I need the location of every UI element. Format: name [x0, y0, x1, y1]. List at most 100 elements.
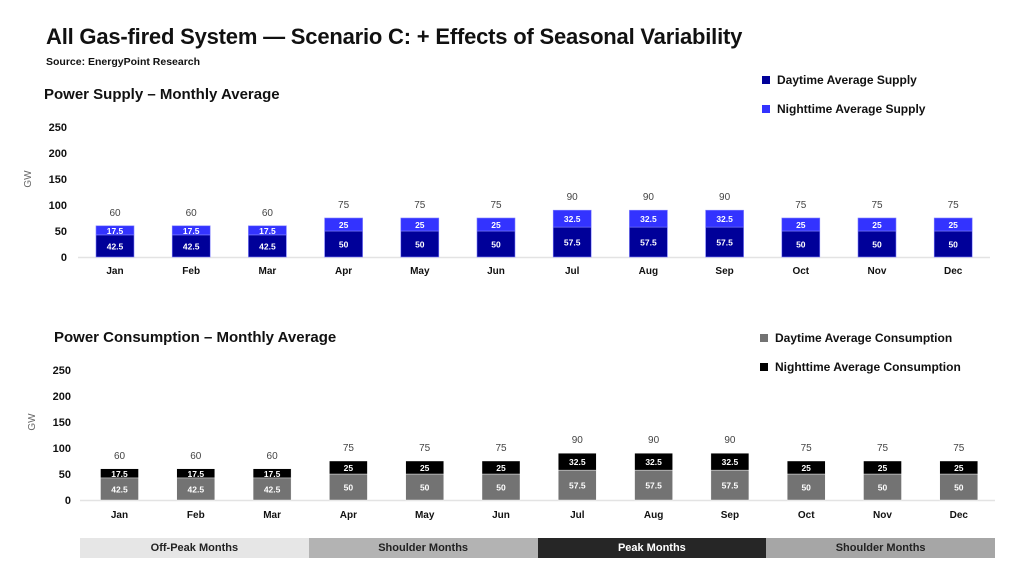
supply-total-label: 75	[871, 200, 883, 211]
consumption-total-label: 90	[724, 435, 736, 446]
consumption-total-label: 60	[267, 451, 279, 462]
consumption-x-tick-label: Nov	[873, 510, 892, 521]
supply-data-label-daytime: 57.5	[716, 238, 733, 248]
supply-x-tick-label: Feb	[182, 266, 200, 277]
supply-x-tick-label: Jul	[565, 266, 580, 277]
consumption-x-tick-label: Feb	[187, 510, 205, 521]
supply-y-tick-label: 250	[49, 122, 67, 134]
supply-data-label-nighttime: 32.5	[640, 214, 657, 224]
consumption-total-label: 75	[495, 443, 507, 454]
supply-x-tick-label: May	[410, 266, 430, 277]
consumption-data-label-nighttime: 25	[954, 463, 964, 473]
consumption-total-label: 90	[572, 435, 584, 446]
supply-data-label-nighttime: 17.5	[107, 226, 124, 236]
consumption-data-label-nighttime: 25	[496, 463, 506, 473]
supply-total-label: 60	[262, 208, 274, 219]
supply-total-label: 75	[948, 200, 960, 211]
consumption-data-label-daytime: 50	[420, 483, 430, 493]
consumption-data-label-daytime: 57.5	[722, 481, 739, 491]
season-band-peak: Peak Months	[537, 538, 767, 558]
consumption-x-tick-label: Dec	[950, 510, 969, 521]
supply-total-label: 90	[643, 192, 655, 203]
consumption-data-label-daytime: 50	[878, 483, 888, 493]
consumption-data-label-daytime: 57.5	[569, 481, 586, 491]
supply-total-label: 75	[795, 200, 807, 211]
supply-x-tick-label: Dec	[944, 266, 963, 277]
consumption-data-label-nighttime: 17.5	[264, 469, 281, 479]
supply-data-label-daytime: 50	[872, 240, 882, 250]
consumption-data-label-nighttime: 17.5	[111, 469, 128, 479]
supply-y-tick-label: 100	[49, 200, 67, 212]
supply-data-label-daytime: 50	[796, 240, 806, 250]
supply-total-label: 60	[109, 208, 121, 219]
consumption-data-label-daytime: 57.5	[645, 481, 662, 491]
consumption-y-axis-label: GW	[27, 413, 38, 431]
supply-data-label-daytime: 57.5	[564, 238, 581, 248]
consumption-data-label-daytime: 42.5	[188, 484, 205, 494]
supply-x-tick-label: Apr	[335, 266, 352, 277]
supply-x-tick-label: Mar	[259, 266, 277, 277]
supply-data-label-nighttime: 25	[872, 220, 882, 230]
supply-x-tick-label: Sep	[715, 266, 733, 277]
consumption-data-label-nighttime: 25	[420, 463, 430, 473]
supply-data-label-daytime: 50	[339, 240, 349, 250]
supply-data-label-daytime: 57.5	[640, 238, 657, 248]
consumption-x-tick-label: Mar	[263, 510, 281, 521]
consumption-y-tick-label: 0	[65, 495, 71, 507]
supply-data-label-nighttime: 17.5	[259, 226, 276, 236]
consumption-y-tick-label: 200	[53, 391, 71, 403]
supply-data-label-daytime: 42.5	[259, 241, 276, 251]
consumption-y-tick-label: 50	[59, 469, 71, 481]
supply-y-tick-label: 0	[61, 252, 67, 264]
supply-x-tick-label: Oct	[792, 266, 809, 277]
consumption-x-tick-label: Apr	[340, 510, 357, 521]
supply-x-tick-label: Jun	[487, 266, 505, 277]
consumption-x-tick-label: Oct	[798, 510, 815, 521]
consumption-data-label-nighttime: 32.5	[569, 457, 586, 467]
supply-y-tick-label: 150	[49, 174, 67, 186]
season-bands: Off-Peak Months Shoulder Months Peak Mon…	[80, 538, 995, 558]
supply-data-label-nighttime: 25	[948, 220, 958, 230]
supply-total-label: 75	[414, 200, 426, 211]
supply-total-label: 90	[567, 192, 579, 203]
consumption-data-label-nighttime: 25	[344, 463, 354, 473]
supply-y-axis-label: GW	[23, 170, 34, 188]
consumption-total-label: 60	[190, 451, 202, 462]
consumption-data-label-daytime: 50	[344, 483, 354, 493]
supply-y-tick-label: 50	[55, 226, 67, 238]
consumption-data-label-nighttime: 32.5	[722, 457, 739, 467]
consumption-data-label-daytime: 42.5	[264, 484, 281, 494]
season-band-shoulder-fall: Shoulder Months	[766, 538, 995, 558]
supply-data-label-daytime: 42.5	[107, 241, 124, 251]
consumption-total-label: 90	[648, 435, 660, 446]
supply-data-label-daytime: 50	[948, 240, 958, 250]
consumption-total-label: 60	[114, 451, 126, 462]
consumption-data-label-daytime: 50	[801, 483, 811, 493]
supply-y-tick-label: 200	[49, 148, 67, 160]
charts-canvas: 050100150200250GW42.517.560Jan42.517.560…	[23, 122, 995, 521]
consumption-total-label: 75	[953, 443, 965, 454]
supply-total-label: 90	[719, 192, 731, 203]
consumption-x-tick-label: May	[415, 510, 435, 521]
supply-data-label-nighttime: 25	[415, 220, 425, 230]
consumption-y-tick-label: 250	[53, 365, 71, 377]
season-band-off-peak: Off-Peak Months	[80, 538, 309, 558]
consumption-x-tick-label: Jun	[492, 510, 510, 521]
supply-data-label-daytime: 42.5	[183, 241, 200, 251]
consumption-data-label-nighttime: 17.5	[188, 469, 205, 479]
season-band-shoulder-spring: Shoulder Months	[308, 538, 538, 558]
consumption-x-tick-label: Sep	[721, 510, 739, 521]
consumption-data-label-daytime: 50	[954, 483, 964, 493]
consumption-total-label: 75	[877, 443, 889, 454]
supply-data-label-nighttime: 32.5	[564, 214, 581, 224]
supply-x-tick-label: Nov	[868, 266, 887, 277]
consumption-data-label-daytime: 42.5	[111, 484, 128, 494]
supply-total-label: 75	[338, 200, 350, 211]
consumption-y-tick-label: 100	[53, 443, 71, 455]
consumption-total-label: 75	[343, 443, 355, 454]
consumption-total-label: 75	[801, 443, 813, 454]
supply-data-label-nighttime: 32.5	[716, 214, 733, 224]
supply-x-tick-label: Jan	[106, 266, 123, 277]
supply-data-label-nighttime: 25	[339, 220, 349, 230]
supply-data-label-nighttime: 17.5	[183, 226, 200, 236]
